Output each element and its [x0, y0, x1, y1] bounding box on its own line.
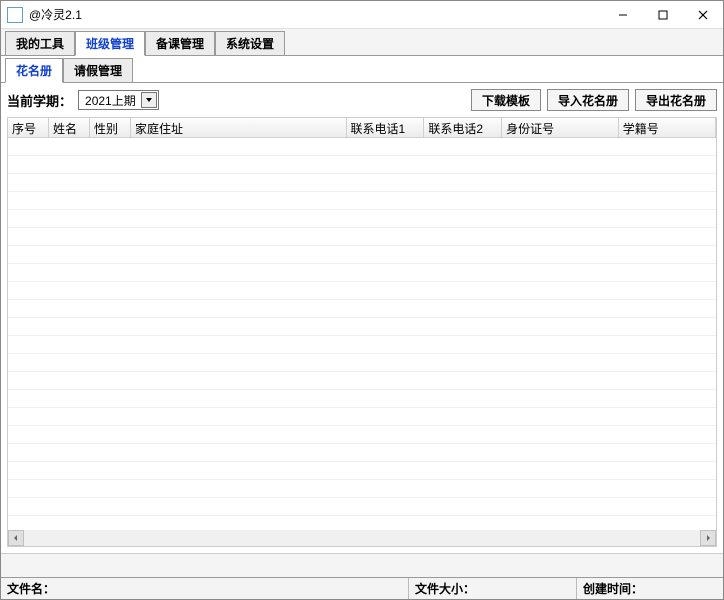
table-header: 序号姓名性别家庭住址联系电话1联系电话2身份证号学籍号 [8, 118, 716, 138]
semester-select[interactable]: 2021上期 [78, 90, 159, 110]
scroll-left-button[interactable] [8, 530, 24, 546]
content-area: 当前学期： 2021上期 下载模板 导入花名册 导出花名册 序号姓名性别家庭住址… [1, 83, 723, 553]
scroll-right-button[interactable] [700, 530, 716, 546]
column-header[interactable]: 性别 [90, 118, 131, 137]
tab-roster[interactable]: 花名册 [5, 58, 63, 83]
column-header[interactable]: 姓名 [49, 118, 90, 137]
export-roster-button[interactable]: 导出花名册 [635, 89, 717, 111]
table-row [8, 156, 716, 174]
horizontal-scrollbar[interactable] [8, 530, 716, 546]
table-row [8, 264, 716, 282]
download-template-button[interactable]: 下载模板 [471, 89, 541, 111]
main-tabbar: 我的工具 班级管理 备课管理 系统设置 [1, 29, 723, 56]
table-body [8, 138, 716, 532]
window-controls [603, 1, 723, 29]
table-row [8, 192, 716, 210]
table-row [8, 228, 716, 246]
table-row [8, 444, 716, 462]
table-row [8, 210, 716, 228]
tab-leave-management[interactable]: 请假管理 [63, 58, 133, 82]
tab-lesson-prep[interactable]: 备课管理 [145, 31, 215, 55]
table-row [8, 246, 716, 264]
tab-my-tools[interactable]: 我的工具 [5, 31, 75, 55]
maximize-button[interactable] [643, 1, 683, 29]
table-row [8, 372, 716, 390]
table-row [8, 318, 716, 336]
scroll-track[interactable] [24, 530, 700, 546]
column-header[interactable]: 联系电话2 [424, 118, 502, 137]
minimize-button[interactable] [603, 1, 643, 29]
table-row [8, 498, 716, 516]
sub-tabbar: 花名册 请假管理 [1, 56, 723, 83]
status-created: 创建时间： [577, 578, 723, 599]
table-row [8, 174, 716, 192]
toolbar: 当前学期： 2021上期 下载模板 导入花名册 导出花名册 [7, 89, 717, 111]
titlebar: @冷灵2.1 [1, 1, 723, 29]
semester-label: 当前学期： [7, 91, 72, 110]
table-row [8, 462, 716, 480]
table-row [8, 282, 716, 300]
column-header[interactable]: 联系电话1 [347, 118, 425, 137]
tab-class-management[interactable]: 班级管理 [75, 31, 145, 56]
column-header[interactable]: 家庭住址 [131, 118, 347, 137]
table-row [8, 480, 716, 498]
table-row [8, 390, 716, 408]
status-filename: 文件名： [1, 578, 409, 599]
table-row [8, 408, 716, 426]
tab-system-settings[interactable]: 系统设置 [215, 31, 285, 55]
table-row [8, 300, 716, 318]
close-button[interactable] [683, 1, 723, 29]
window-title: @冷灵2.1 [29, 6, 603, 23]
status-filesize: 文件大小： [409, 578, 577, 599]
column-header[interactable]: 学籍号 [619, 118, 716, 137]
app-icon [7, 7, 23, 23]
import-roster-button[interactable]: 导入花名册 [547, 89, 629, 111]
table-row [8, 354, 716, 372]
statusbar: 文件名： 文件大小： 创建时间： [1, 577, 723, 599]
roster-table: 序号姓名性别家庭住址联系电话1联系电话2身份证号学籍号 [7, 117, 717, 547]
column-header[interactable]: 序号 [8, 118, 49, 137]
table-row [8, 138, 716, 156]
chevron-down-icon [141, 92, 157, 108]
table-row [8, 426, 716, 444]
column-header[interactable]: 身份证号 [502, 118, 619, 137]
table-row [8, 336, 716, 354]
